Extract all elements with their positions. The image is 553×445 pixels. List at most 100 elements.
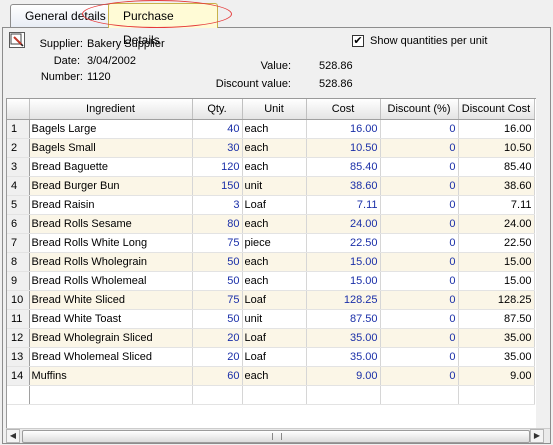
table-row[interactable]: 3 Bread Baguette 120 each 85.40 0 85.40	[7, 157, 535, 177]
horizontal-scrollbar[interactable]: ◀ ▶	[6, 428, 550, 443]
cell-cost[interactable]: 35.00	[306, 347, 381, 367]
cell-discount-cost[interactable]: 38.60	[458, 176, 535, 196]
cell-unit[interactable]: each	[242, 119, 307, 139]
empty-cell[interactable]	[306, 385, 381, 405]
cell-discount-pct[interactable]: 0	[380, 252, 459, 272]
cell-unit[interactable]: each	[242, 271, 307, 291]
cell-ingredient[interactable]: Bread White Sliced	[29, 290, 193, 310]
column-header-cost[interactable]: Cost	[306, 99, 381, 120]
show-quantities-label[interactable]: Show quantities per unit	[370, 35, 487, 47]
cell-ingredient[interactable]: Bread Burger Bun	[29, 176, 193, 196]
table-row[interactable]: 12 Bread Wholegrain Sliced 20 Loaf 35.00 0 35.…	[7, 328, 535, 348]
table-row[interactable]: 1 Bagels Large 40 each 16.00 0 16.00	[7, 119, 535, 139]
cell-ingredient[interactable]: Muffins	[29, 366, 193, 386]
new-row[interactable]	[7, 385, 535, 405]
table-row[interactable]: 14 Muffins 60 each 9.00 0 9.00	[7, 366, 535, 386]
cell-discount-pct[interactable]: 0	[380, 366, 459, 386]
cell-qty[interactable]: 50	[192, 309, 243, 329]
cell-qty[interactable]: 150	[192, 176, 243, 196]
cell-qty[interactable]: 60	[192, 366, 243, 386]
cell-unit[interactable]: unit	[242, 309, 307, 329]
cell-discount-cost[interactable]: 9.00	[458, 366, 535, 386]
cell-unit[interactable]: each	[242, 252, 307, 272]
cell-cost[interactable]: 24.00	[306, 214, 381, 234]
cell-ingredient[interactable]: Bagels Large	[29, 119, 193, 139]
cell-discount-cost[interactable]: 10.50	[458, 138, 535, 158]
cell-discount-pct[interactable]: 0	[380, 328, 459, 348]
empty-cell[interactable]	[7, 385, 30, 405]
cell-qty[interactable]: 75	[192, 233, 243, 253]
cell-cost[interactable]: 35.00	[306, 328, 381, 348]
column-header-ingredient[interactable]: Ingredient	[29, 99, 193, 120]
cell-unit[interactable]: piece	[242, 233, 307, 253]
table-row[interactable]: 8 Bread Rolls Wholegrain 50 each 15.00 0 15.00	[7, 252, 535, 272]
column-header-discount-pct[interactable]: Discount (%)	[380, 99, 459, 120]
table-row[interactable]: 10 Bread White Sliced 75 Loaf 128.25 0 128.25	[7, 290, 535, 310]
cell-unit[interactable]: each	[242, 138, 307, 158]
cell-discount-cost[interactable]: 15.00	[458, 271, 535, 291]
cell-cost[interactable]: 128.25	[306, 290, 381, 310]
empty-cell[interactable]	[192, 385, 243, 405]
cell-discount-cost[interactable]: 24.00	[458, 214, 535, 234]
cell-qty[interactable]: 50	[192, 271, 243, 291]
cell-qty[interactable]: 80	[192, 214, 243, 234]
cell-unit[interactable]: each	[242, 214, 307, 234]
table-row[interactable]: 4 Bread Burger Bun 150 unit 38.60 0 38.60	[7, 176, 535, 196]
cell-cost[interactable]: 15.00	[306, 271, 381, 291]
cell-cost[interactable]: 7.11	[306, 195, 381, 215]
cell-ingredient[interactable]: Bread Wholemeal Sliced	[29, 347, 193, 367]
cell-cost[interactable]: 15.00	[306, 252, 381, 272]
cell-discount-cost[interactable]: 87.50	[458, 309, 535, 329]
cell-ingredient[interactable]: Bread White Toast	[29, 309, 193, 329]
cell-discount-cost[interactable]: 85.40	[458, 157, 535, 177]
cell-ingredient[interactable]: Bread Baguette	[29, 157, 193, 177]
show-quantities-checkbox[interactable]: ✔	[352, 35, 364, 47]
table-row[interactable]: 2 Bagels Small 30 each 10.50 0 10.50	[7, 138, 535, 158]
empty-cell[interactable]	[458, 385, 535, 405]
cell-ingredient[interactable]: Bread Rolls Wholemeal	[29, 271, 193, 291]
table-row[interactable]: 11 Bread White Toast 50 unit 87.50 0 87.50	[7, 309, 535, 329]
cell-qty[interactable]: 120	[192, 157, 243, 177]
cell-qty[interactable]: 30	[192, 138, 243, 158]
cell-discount-cost[interactable]: 35.00	[458, 347, 535, 367]
cell-ingredient[interactable]: Bread Rolls Sesame	[29, 214, 193, 234]
cell-unit[interactable]: unit	[242, 176, 307, 196]
cell-ingredient[interactable]: Bagels Small	[29, 138, 193, 158]
scroll-thumb[interactable]	[22, 430, 530, 443]
empty-cell[interactable]	[380, 385, 459, 405]
cell-discount-pct[interactable]: 0	[380, 233, 459, 253]
scroll-right-button[interactable]: ▶	[530, 429, 544, 443]
cell-qty[interactable]: 75	[192, 290, 243, 310]
column-header-discount-cost[interactable]: Discount Cost	[458, 99, 535, 120]
cell-cost[interactable]: 10.50	[306, 138, 381, 158]
cell-cost[interactable]: 16.00	[306, 119, 381, 139]
cell-discount-cost[interactable]: 128.25	[458, 290, 535, 310]
cell-cost[interactable]: 22.50	[306, 233, 381, 253]
cell-ingredient[interactable]: Bread Rolls Wholegrain	[29, 252, 193, 272]
cell-cost[interactable]: 9.00	[306, 366, 381, 386]
cell-qty[interactable]: 3	[192, 195, 243, 215]
table-row[interactable]: 5 Bread Raisin 3 Loaf 7.11 0 7.11	[7, 195, 535, 215]
cell-unit[interactable]: Loaf	[242, 195, 307, 215]
cell-discount-pct[interactable]: 0	[380, 347, 459, 367]
cell-cost[interactable]: 85.40	[306, 157, 381, 177]
cell-discount-cost[interactable]: 22.50	[458, 233, 535, 253]
cell-unit[interactable]: Loaf	[242, 328, 307, 348]
cell-ingredient[interactable]: Bread Wholegrain Sliced	[29, 328, 193, 348]
cell-unit[interactable]: each	[242, 157, 307, 177]
cell-discount-pct[interactable]: 0	[380, 195, 459, 215]
tab-purchase-details[interactable]: Purchase Details	[108, 3, 218, 47]
cell-discount-cost[interactable]: 15.00	[458, 252, 535, 272]
column-header-qty[interactable]: Qty.	[192, 99, 243, 120]
cell-discount-pct[interactable]: 0	[380, 309, 459, 329]
cell-discount-pct[interactable]: 0	[380, 138, 459, 158]
cell-qty[interactable]: 50	[192, 252, 243, 272]
cell-discount-pct[interactable]: 0	[380, 290, 459, 310]
cell-discount-cost[interactable]: 35.00	[458, 328, 535, 348]
table-row[interactable]: 9 Bread Rolls Wholemeal 50 each 15.00 0 15.00	[7, 271, 535, 291]
empty-cell[interactable]	[29, 385, 193, 405]
table-row[interactable]: 7 Bread Rolls White Long 75 piece 22.50 0 22.5…	[7, 233, 535, 253]
cell-discount-pct[interactable]: 0	[380, 271, 459, 291]
cell-discount-pct[interactable]: 0	[380, 119, 459, 139]
cell-unit[interactable]: each	[242, 366, 307, 386]
